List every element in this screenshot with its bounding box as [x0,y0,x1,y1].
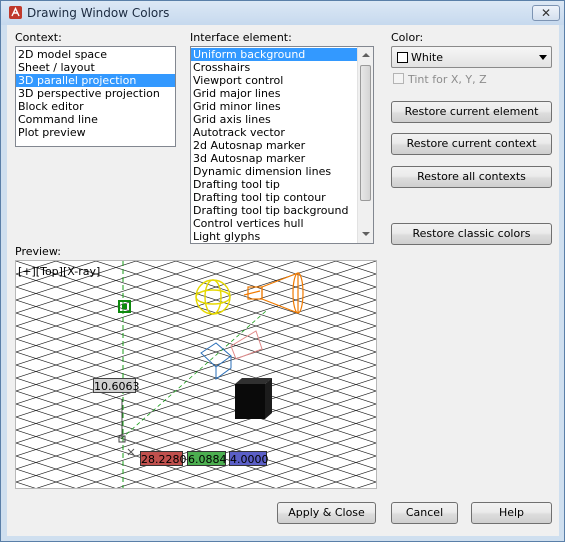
restore-classic-colors-button[interactable]: Restore classic colors [391,223,552,245]
restore-all-contexts-button[interactable]: Restore all contexts [391,166,552,188]
interface-element-list-item[interactable]: Control vertices hull [191,217,357,230]
tint-label: Tint for X, Y, Z [408,73,487,86]
interface-element-list-item[interactable]: Uniform background [191,48,357,61]
interface-element-list-item[interactable]: Viewport control [191,74,357,87]
scroll-up-arrow-icon[interactable] [362,53,370,57]
black-cube-glyph-icon [235,378,272,419]
close-button[interactable]: ✕ [532,5,560,21]
interface-element-label: Interface element: [190,31,292,44]
interface-scrollbar[interactable] [357,47,373,243]
interface-element-list-item[interactable]: Autotrack vector [191,126,357,139]
restore-current-element-button[interactable]: Restore current element [391,101,552,123]
coordinate-y-field: 6.0884 [187,451,227,466]
coordinate-x-field: 28.2280 [140,451,187,466]
interface-element-list-item[interactable]: Grid minor lines [191,100,357,113]
interface-element-list-item[interactable]: Grid axis lines [191,113,357,126]
context-list-item[interactable]: 3D perspective projection [16,87,175,100]
scroll-thumb[interactable] [360,65,371,201]
coordinate-z-field: 4.0000 [229,451,269,466]
chevron-down-icon [539,55,547,60]
snap-marker-center [122,304,127,309]
interface-element-listbox[interactable]: Uniform background Crosshairs Viewport con… [190,46,374,244]
interface-element-list-item[interactable]: 3d Autosnap marker [191,152,357,165]
preview-label: Preview: [15,245,61,258]
context-list-item[interactable]: Command line [16,113,175,126]
tint-checkbox[interactable] [393,73,404,84]
color-value: White [411,51,443,64]
context-label: Context: [15,31,62,44]
interface-element-list-item[interactable]: 2d Autosnap marker [191,139,357,152]
interface-element-list-item[interactable]: Drafting tool tip [191,178,357,191]
interface-element-list-item[interactable]: Crosshairs [191,61,357,74]
color-dropdown[interactable]: White [391,46,552,68]
close-icon: ✕ [540,6,552,20]
interface-element-list-item[interactable]: Light glyphs [191,230,357,243]
context-list-item[interactable]: Plot preview [16,126,175,139]
window-title: Drawing Window Colors [27,6,170,20]
autocad-app-icon [9,6,22,19]
interface-element-list-item[interactable]: Dynamic dimension lines [191,165,357,178]
interface-element-list-item[interactable]: Drafting tool tip contour [191,191,357,204]
context-list-item[interactable]: 3D parallel projection [16,74,175,87]
dimension-tooltip: 10.6063 [93,378,140,393]
context-list-item[interactable]: Block editor [16,100,175,113]
context-listbox[interactable]: 2D model space Sheet / layout 3D parallel … [15,46,176,147]
color-label: Color: [391,31,424,44]
title-bar[interactable]: Drawing Window Colors ✕ [1,1,564,25]
context-list-item[interactable]: 2D model space [16,48,175,61]
color-swatch [397,52,408,63]
restore-current-context-button[interactable]: Restore current context [391,133,552,155]
cancel-button[interactable]: Cancel [391,502,458,524]
interface-element-list-item[interactable]: Drafting tool tip background [191,204,357,217]
context-list-item[interactable]: Sheet / layout [16,61,175,74]
viewport-control-label: [+][Top][X-ray] [18,265,101,278]
help-button[interactable]: Help [471,502,552,524]
apply-close-button[interactable]: Apply & Close [277,502,376,524]
preview-viewport: [+][Top][X-ray] 10.6063 28.2280 6.0884 4… [15,260,377,489]
interface-element-list-item[interactable]: Grid major lines [191,87,357,100]
scroll-down-arrow-icon[interactable] [362,232,370,236]
